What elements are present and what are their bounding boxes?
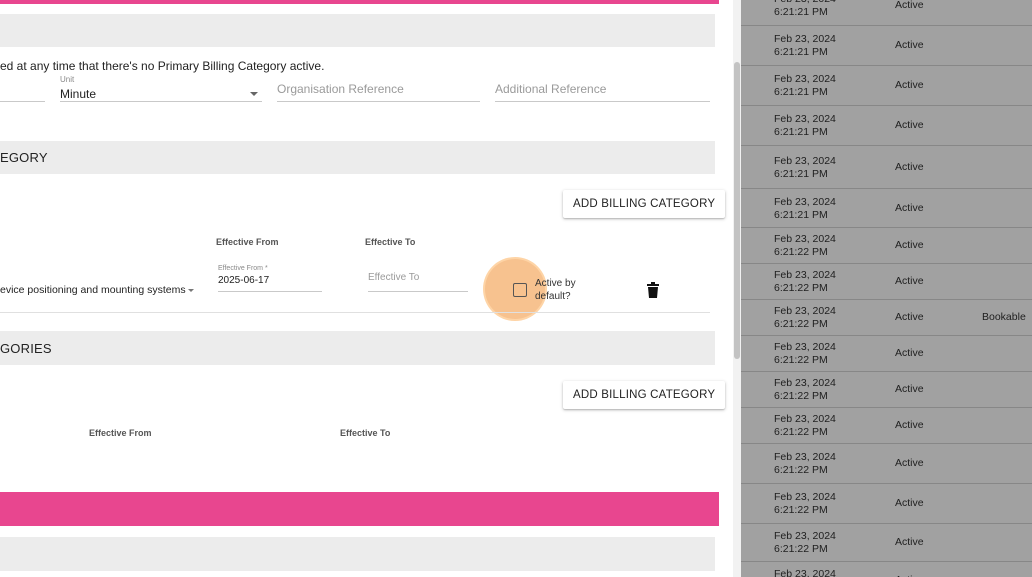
- secondary-effective-from-column-header: Effective From: [89, 428, 152, 438]
- chevron-down-icon: [250, 92, 258, 96]
- billing-category-value: evice positioning and mounting systems: [0, 284, 186, 296]
- secondary-billing-section-header: [0, 331, 715, 365]
- top-accent-bar: [0, 0, 719, 4]
- primary-billing-notice: ed at any time that there's no Primary B…: [0, 59, 325, 73]
- active-by-default-label: Active by default?: [535, 278, 576, 302]
- organisation-reference-placeholder: Organisation Reference: [277, 82, 404, 96]
- effective-from-underline: [218, 291, 322, 292]
- edit-modal: ed at any time that there's no Primary B…: [0, 0, 741, 577]
- additional-reference-placeholder: Additional Reference: [495, 82, 607, 96]
- row-divider: [0, 312, 710, 313]
- add-secondary-billing-category-button[interactable]: ADD BILLING CATEGORY: [563, 381, 726, 409]
- previous-field-underline: [0, 101, 45, 102]
- modal-scrollbar-thumb[interactable]: [734, 62, 740, 359]
- lower-section-header: [0, 537, 715, 571]
- unit-value: Minute: [60, 87, 97, 101]
- effective-from-label: Effective From *: [218, 265, 268, 272]
- modal-backdrop[interactable]: [741, 0, 1032, 577]
- secondary-billing-section-title: GORIES: [0, 341, 52, 356]
- additional-reference-underline: [495, 101, 710, 102]
- organisation-reference-underline: [277, 101, 480, 102]
- section-accent-bar: [0, 492, 719, 526]
- effective-from-column-header: Effective From: [216, 237, 279, 247]
- effective-to-placeholder: Effective To: [368, 272, 420, 283]
- chevron-down-icon: [188, 289, 194, 292]
- effective-from-value: 2025-06-17: [218, 275, 270, 286]
- delete-icon[interactable]: [646, 282, 660, 298]
- effective-to-underline: [368, 291, 468, 292]
- active-by-default-checkbox[interactable]: [513, 283, 527, 297]
- unit-label: Unit: [60, 75, 75, 84]
- section-header-band: [0, 14, 715, 47]
- primary-billing-section-header: [0, 141, 715, 174]
- primary-billing-section-title: EGORY: [0, 150, 48, 165]
- add-billing-category-button[interactable]: ADD BILLING CATEGORY: [563, 190, 726, 218]
- effective-to-column-header: Effective To: [365, 237, 416, 247]
- unit-underline: [60, 101, 262, 102]
- secondary-effective-to-column-header: Effective To: [340, 428, 391, 438]
